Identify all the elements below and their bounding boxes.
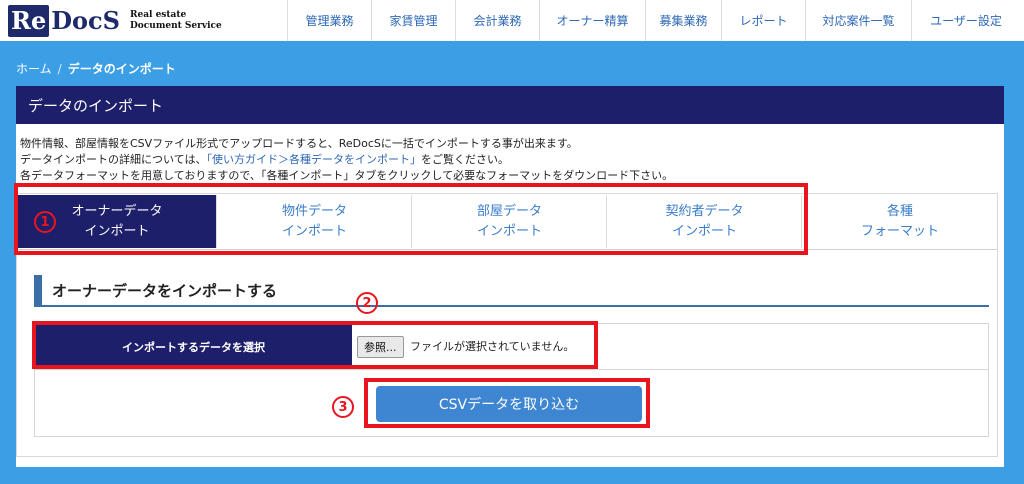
annotation-number-1: 1 bbox=[34, 211, 56, 233]
tab-room-import-line2: インポート bbox=[476, 223, 542, 239]
tab-formats[interactable]: 各種 フォーマット bbox=[803, 195, 997, 248]
nav-item-management[interactable]: 管理業務 bbox=[287, 0, 371, 41]
section-accent-bar bbox=[34, 275, 42, 305]
nav-item-report[interactable]: レポート bbox=[721, 0, 805, 41]
logo-sub-line2: Document Service bbox=[129, 21, 222, 31]
tab-contractor-import-line1: 契約者データ bbox=[665, 203, 744, 219]
usage-guide-link[interactable]: 「使い方ガイド＞各種データをインポート」 bbox=[206, 153, 421, 166]
desc-line-2-pre: データインポートの詳細については、 bbox=[20, 153, 207, 166]
tab-property-import[interactable]: 物件データ インポート bbox=[218, 195, 412, 248]
annotation-number-3: 3 bbox=[332, 396, 354, 418]
logo-sub-line1: Real estate bbox=[129, 10, 187, 20]
logo-re: Re bbox=[8, 5, 50, 37]
form-row-divider bbox=[35, 369, 988, 370]
desc-line-1: 物件情報、部屋情報をCSVファイル形式でアップロードすると、ReDocSに一括で… bbox=[20, 137, 578, 150]
nav-item-accounting[interactable]: 会計業務 bbox=[455, 0, 539, 41]
breadcrumb: ホーム / データのインポート bbox=[16, 60, 176, 77]
nav-item-owner-settlement[interactable]: オーナー精算 bbox=[539, 0, 645, 41]
section-title: オーナーデータをインポートする bbox=[52, 281, 278, 300]
top-header: Re DocS Real estate Document Service 管理業… bbox=[0, 0, 1024, 41]
tab-room-import[interactable]: 部屋データ インポート bbox=[413, 195, 607, 248]
select-data-label: インポートするデータを選択 bbox=[35, 324, 352, 369]
tab-owner-import-line2: インポート bbox=[84, 223, 150, 239]
breadcrumb-current: データのインポート bbox=[67, 62, 176, 76]
logo-subtitle: Real estate Document Service bbox=[130, 10, 222, 32]
desc-line-2-post: をご覧ください。 bbox=[420, 153, 509, 166]
breadcrumb-home[interactable]: ホーム bbox=[16, 60, 52, 77]
description: 物件情報、部屋情報をCSVファイル形式でアップロードすると、ReDocSに一括で… bbox=[20, 136, 673, 184]
tab-contractor-import[interactable]: 契約者データ インポート bbox=[608, 195, 802, 248]
nav-item-rent[interactable]: 家賃管理 bbox=[371, 0, 455, 41]
file-status-text: ファイルが選択されていません。 bbox=[410, 340, 575, 353]
import-panel: データのインポート 物件情報、部屋情報をCSVファイル形式でアップロードすると、… bbox=[16, 86, 1004, 467]
tab-formats-line2: フォーマット bbox=[860, 223, 939, 239]
breadcrumb-separator: / bbox=[57, 61, 62, 76]
tab-owner-import-line1: オーナーデータ bbox=[71, 203, 163, 219]
nav-item-case-list[interactable]: 対応案件一覧 bbox=[805, 0, 911, 41]
section-heading: オーナーデータをインポートする bbox=[34, 275, 989, 307]
nav-item-user-settings[interactable]: ユーザー設定 bbox=[911, 0, 1020, 41]
import-csv-button[interactable]: CSVデータを取り込む bbox=[376, 386, 642, 422]
logo-docs: DocS bbox=[51, 6, 120, 35]
tab-contractor-import-line2: インポート bbox=[671, 223, 737, 239]
desc-line-2: データインポートの詳細については、「使い方ガイド＞各種データをインポート」をご覧… bbox=[20, 152, 673, 168]
tab-property-import-line1: 物件データ bbox=[281, 203, 347, 219]
tab-property-import-line2: インポート bbox=[281, 223, 347, 239]
file-browse-button[interactable]: 参照... bbox=[357, 336, 404, 358]
tab-formats-line1: 各種 bbox=[886, 203, 913, 219]
main-nav: 管理業務 家賃管理 会計業務 オーナー精算 募集業務 レポート 対応案件一覧 ユ… bbox=[287, 0, 1020, 41]
tab-room-import-line1: 部屋データ bbox=[476, 203, 542, 219]
annotation-number-2: 2 bbox=[356, 292, 378, 314]
logo-mark: Re DocS bbox=[8, 5, 120, 37]
desc-line-3: 各データフォーマットを用意しておりますので、「各種インポート」タブをクリックして… bbox=[20, 169, 674, 182]
redocs-logo[interactable]: Re DocS Real estate Document Service bbox=[8, 4, 222, 38]
tab-divider bbox=[17, 249, 997, 250]
page-title: データのインポート bbox=[16, 86, 1004, 124]
nav-item-recruitment[interactable]: 募集業務 bbox=[645, 0, 721, 41]
